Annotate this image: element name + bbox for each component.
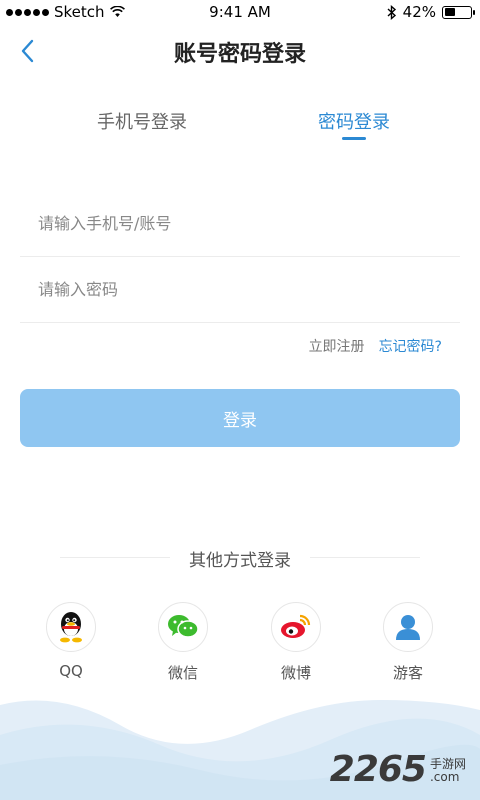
tab-active-indicator — [342, 137, 366, 140]
qq-label: QQ — [59, 662, 83, 680]
weibo-icon — [271, 602, 321, 652]
guest-label: 游客 — [392, 664, 423, 682]
account-field — [20, 190, 460, 257]
weibo-login-button[interactable]: 微博 — [261, 602, 331, 683]
wechat-login-button[interactable]: 微信 — [148, 602, 218, 683]
forgot-password-link[interactable]: 忘记密码? — [379, 336, 442, 356]
form-links: 立即注册 忘记密码? — [309, 336, 442, 356]
watermark-text: 手游网 .com — [430, 758, 466, 784]
tab-password-login[interactable]: 密码登录 — [254, 108, 454, 134]
battery-fill — [444, 8, 455, 16]
battery-icon — [442, 5, 475, 19]
wechat-icon — [158, 602, 208, 652]
bluetooth-icon — [387, 4, 396, 20]
nav-bar: 账号密码登录 — [0, 24, 480, 76]
social-login-list: QQ 微信 微博 游客 — [0, 602, 480, 692]
password-field — [20, 256, 460, 323]
qq-icon — [46, 602, 96, 652]
other-login-header: 其他方式登录 — [0, 546, 480, 571]
battery-percent: 42% — [402, 3, 436, 21]
guest-login-button[interactable]: 游客 — [373, 602, 443, 683]
status-right: 42% — [387, 3, 475, 21]
password-input[interactable] — [20, 256, 460, 322]
guest-icon — [383, 602, 433, 652]
weibo-label: 微博 — [280, 664, 311, 682]
login-button[interactable]: 登录 — [20, 389, 460, 447]
tab-phone-login[interactable]: 手机号登录 — [42, 108, 242, 134]
page-title: 账号密码登录 — [173, 42, 306, 67]
account-input[interactable] — [20, 190, 460, 256]
watermark-number: 2265 — [329, 749, 427, 790]
divider-right — [310, 557, 420, 558]
wechat-label: 微信 — [167, 664, 198, 682]
watermark-logo: 2265 手游网 .com — [330, 749, 466, 790]
status-bar: Sketch 9:41 AM 42% — [0, 0, 480, 24]
login-tabs: 手机号登录 密码登录 — [0, 108, 480, 148]
register-link[interactable]: 立即注册 — [309, 336, 365, 356]
qq-login-button[interactable]: QQ — [36, 602, 106, 680]
other-login-title: 其他方式登录 — [189, 551, 291, 571]
watermark-text-bottom: .com — [429, 770, 460, 784]
